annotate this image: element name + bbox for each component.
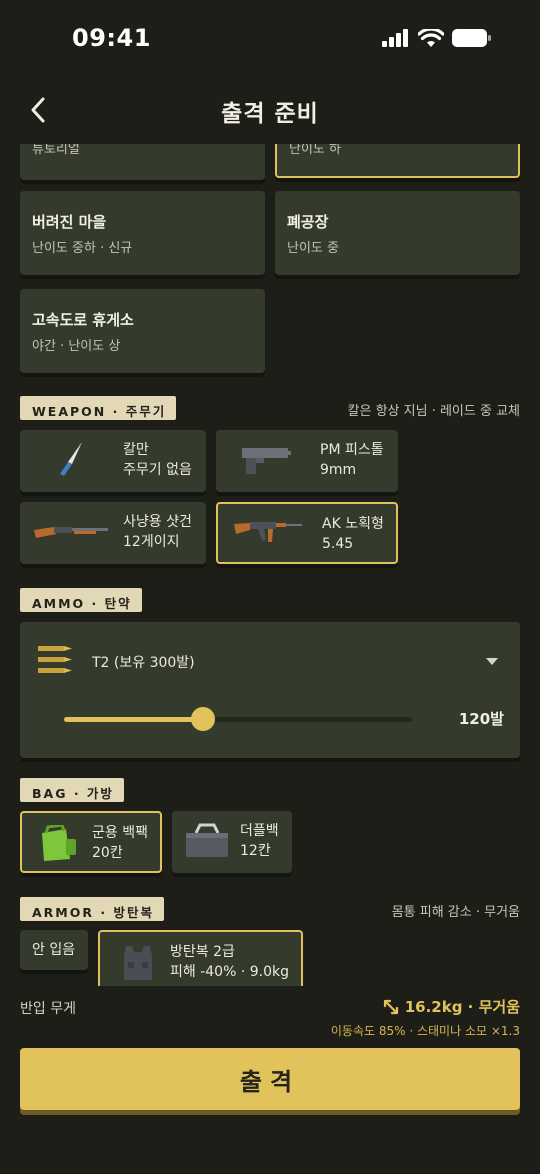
map-card-abandoned-village[interactable]: 버려진 마을 난이도 중하 · 신규 — [20, 191, 265, 275]
map-card-tutorial[interactable]: 튜토리얼 — [20, 144, 265, 180]
duffel-bag-icon — [186, 823, 228, 857]
ammo-slider[interactable] — [64, 707, 412, 731]
weapon-sublabel: 12게이지 — [123, 534, 180, 550]
weapon-sublabel: 9mm — [320, 462, 357, 478]
armor-note: 몸통 피해 감소 · 무거움 — [391, 905, 520, 920]
map-name: 폐공장 — [287, 213, 329, 231]
armor-option-vest-2[interactable]: 방탄복 2급 피해 -40% · 9.0kg — [98, 930, 303, 986]
carry-weight-label: 반입 무게 — [20, 1001, 76, 1017]
page-title: 출격 준비 — [221, 101, 319, 127]
map-desc: 난이도 하 — [289, 144, 341, 157]
weapon-option-hunting-shotgun[interactable]: 사냥용 샷건 12게이지 — [20, 502, 206, 564]
armor-option-none[interactable]: 안 입음 — [20, 930, 88, 970]
bag-sublabel: 20칸 — [92, 845, 123, 861]
chevron-down-icon[interactable] — [486, 658, 498, 665]
weapon-label: PM 피스톨 — [320, 442, 384, 458]
bullets-icon — [38, 646, 72, 673]
shotgun-icon — [34, 527, 108, 538]
battery-icon — [452, 29, 491, 47]
weight-effect-text: 이동속도 85% · 스태미나 소모 ×1.3 — [330, 1024, 520, 1038]
ammo-type-select[interactable]: T2 (보유 300발) — [92, 652, 195, 672]
bag-label: 더플백 — [240, 823, 279, 839]
carry-weight-value: 16.2kg · 무거움 — [383, 996, 520, 1017]
armor-section-tag: ARMOR · 방탄복 — [20, 897, 164, 921]
map-name: 고속도로 휴게소 — [32, 311, 134, 329]
scroll-content[interactable]: 튜토리얼 난이도 하 버려진 마을 난이도 중하 · 신규 폐공장 난이도 중 … — [0, 144, 540, 986]
ammo-slider-fill — [64, 717, 204, 722]
map-card-highway-rest-stop[interactable]: 고속도로 휴게소 야간 · 난이도 상 — [20, 289, 265, 373]
carry-weight-text: 16.2kg · 무거움 — [404, 998, 520, 1016]
weapon-sublabel: 주무기 없음 — [123, 462, 192, 478]
ammo-section-tag: AMMO · 탄약 — [20, 588, 142, 612]
weapon-option-knife[interactable]: 칼만 주무기 없음 — [20, 430, 206, 492]
weapon-label: 칼만 — [123, 442, 149, 458]
knife-icon — [60, 442, 82, 476]
map-desc: 난이도 중 — [287, 241, 339, 256]
bag-option-military-backpack[interactable]: 군용 백팩 20칸 — [20, 811, 162, 873]
bag-section-tag: BAG · 가방 — [20, 778, 124, 802]
armor-none-label: 안 입음 — [32, 942, 76, 958]
launch-button[interactable]: 출격 — [20, 1048, 520, 1110]
status-bar: 09:41 — [0, 0, 540, 80]
weapon-section-tag: WEAPON · 주무기 — [20, 396, 177, 420]
armor-label: 방탄복 2급 — [170, 944, 235, 960]
resize-arrows-icon — [383, 999, 398, 1014]
launch-button-label: 출격 — [239, 1067, 301, 1096]
ammo-count: 120발 — [458, 710, 504, 728]
signal-icon — [382, 29, 408, 47]
map-card-factory[interactable]: 폐공장 난이도 중 — [275, 191, 520, 275]
pistol-icon — [242, 448, 291, 474]
ammo-panel: T2 (보유 300발) 120발 — [20, 622, 520, 758]
bag-sublabel: 12칸 — [240, 843, 271, 859]
ammo-slider-thumb[interactable] — [191, 707, 216, 731]
armor-sublabel: 피해 -40% · 9.0kg — [170, 964, 289, 980]
weapon-option-ak[interactable]: AK 노획형 5.45 — [216, 502, 398, 564]
vest-icon — [124, 946, 152, 980]
wifi-icon — [418, 28, 444, 47]
weapon-label: 사냥용 샷건 — [123, 514, 192, 530]
nav-bar: 출격 준비 — [0, 84, 540, 134]
map-desc: 튜토리얼 — [32, 144, 80, 157]
weapon-option-pm-pistol[interactable]: PM 피스톨 9mm — [216, 430, 398, 492]
weapon-note: 칼은 항상 지님 · 레이드 중 교체 — [347, 404, 520, 419]
rifle-icon — [234, 522, 302, 542]
bag-option-duffel[interactable]: 더플백 12칸 — [172, 811, 292, 873]
weapon-sublabel: 5.45 — [322, 536, 354, 552]
bag-label: 군용 백팩 — [92, 825, 148, 841]
footer: 반입 무게 16.2kg · 무거움 이동속도 85% · 스태미나 소모 ×1… — [0, 986, 540, 1174]
map-card-selected[interactable]: 난이도 하 — [275, 144, 520, 178]
map-name: 버려진 마을 — [32, 213, 107, 231]
map-desc: 야간 · 난이도 상 — [32, 339, 121, 354]
weapon-label: AK 노획형 — [322, 516, 384, 532]
map-desc: 난이도 중하 · 신규 — [32, 241, 133, 256]
backpack-icon — [42, 825, 76, 861]
status-time: 09:41 — [72, 24, 151, 52]
status-icons — [382, 28, 492, 48]
